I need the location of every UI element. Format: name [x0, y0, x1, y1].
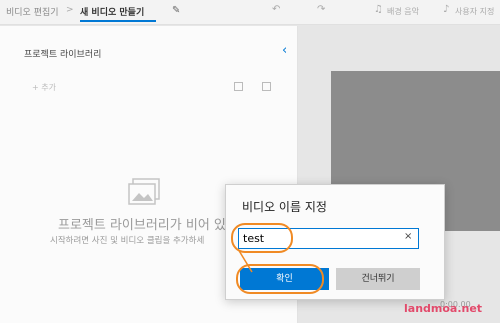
- watermark-text: landmoa.net: [404, 302, 483, 315]
- add-media-button[interactable]: + 추가: [32, 82, 56, 93]
- custom-audio-button[interactable]: 사용자 지정: [455, 6, 494, 17]
- breadcrumb-separator: >: [66, 5, 74, 15]
- redo-icon[interactable]: ↷: [317, 4, 325, 15]
- media-placeholder-icon: [128, 178, 160, 205]
- dialog-title: 비디오 이름 지정: [242, 200, 327, 214]
- view-grid-large-icon[interactable]: [234, 82, 243, 91]
- clear-input-icon[interactable]: ×: [404, 231, 412, 242]
- top-bar: 비디오 편집기 > 새 비디오 만들기 ✎ ↶ ↷ ♫ 배경 음악 ♪ 사용자 …: [0, 0, 500, 25]
- empty-library-title: 프로젝트 라이브러리가 비어 있습: [58, 218, 238, 233]
- custom-audio-icon[interactable]: ♪: [443, 4, 449, 15]
- button-highlight-ring: [236, 264, 324, 294]
- breadcrumb-new-video: 새 비디오 만들기: [80, 8, 145, 18]
- background-music-button[interactable]: 배경 음악: [387, 6, 419, 17]
- undo-icon[interactable]: ↶: [272, 4, 280, 15]
- music-note-icon[interactable]: ♫: [374, 4, 383, 15]
- collapse-panel-chevron-icon[interactable]: ‹: [282, 43, 287, 58]
- empty-library-subtitle: 시작하려면 사진 및 비디오 클립을 추가하세: [50, 236, 205, 246]
- input-highlight-ring: [231, 223, 293, 253]
- skip-button[interactable]: 건너뛰기: [336, 268, 420, 290]
- active-tab-underline: [80, 20, 156, 22]
- view-grid-small-icon[interactable]: [262, 82, 271, 91]
- project-library-title: 프로젝트 라이브러리: [24, 50, 102, 60]
- rename-pencil-icon[interactable]: ✎: [172, 5, 180, 16]
- breadcrumb-video-editor[interactable]: 비디오 편집기: [6, 5, 59, 18]
